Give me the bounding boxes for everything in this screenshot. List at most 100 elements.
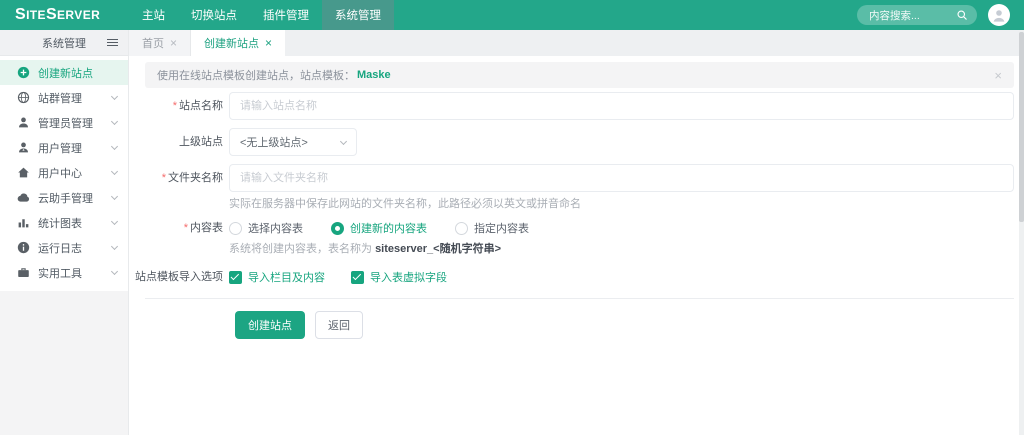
nav-item-label: 系统管理 [335, 7, 381, 23]
form-row-site-name: *站点名称 [129, 92, 1024, 120]
create-site-button[interactable]: 创建站点 [235, 311, 305, 339]
parent-site-select[interactable]: <无上级站点> [229, 128, 357, 156]
radio-specify-content-table[interactable]: 指定内容表 [455, 220, 529, 236]
sidebar-item-statistics[interactable]: 统计图表 [0, 210, 128, 235]
close-icon[interactable]: × [265, 36, 272, 50]
form-row-template-import: 站点模板导入选项 导入栏目及内容 导入表虚拟字段 [129, 268, 1024, 286]
sidebar-item-site-group[interactable]: 站群管理 [0, 85, 128, 110]
notice-text: 使用在线站点模板创建站点，站点模板： [157, 67, 355, 83]
tab-home[interactable]: 首页 × [129, 30, 191, 56]
plus-circle-icon [17, 66, 30, 79]
globe-icon [17, 91, 30, 104]
sidebar-item-label: 创建新站点 [38, 65, 117, 81]
radio-label: 指定内容表 [474, 220, 529, 236]
checkbox-checked-icon [351, 271, 364, 284]
vertical-scrollbar[interactable] [1019, 30, 1024, 435]
sidebar-item-label: 用户管理 [38, 140, 112, 156]
label-text: 内容表 [190, 222, 223, 234]
content-search-input[interactable]: 内容搜索... [857, 5, 977, 25]
info-icon [17, 241, 30, 254]
close-icon[interactable]: × [170, 36, 177, 50]
search-placeholder: 内容搜索... [869, 8, 956, 23]
sidebar-collapse-icon[interactable] [107, 39, 118, 48]
sidebar-item-create-site[interactable]: 创建新站点 [0, 60, 128, 85]
sidebar-item-label: 用户中心 [38, 165, 112, 181]
required-mark: * [184, 222, 188, 234]
topbar: SiteServer 主站 切换站点 插件管理 系统管理 内容搜索... [0, 0, 1024, 30]
nav-item-main-site[interactable]: 主站 [129, 0, 178, 30]
radio-choose-content-table[interactable]: 选择内容表 [229, 220, 303, 236]
user-avatar[interactable] [988, 4, 1010, 26]
form-actions: 创建站点 返回 [235, 311, 1024, 339]
nav-item-label: 插件管理 [263, 7, 309, 23]
sidebar-header: 系统管理 [0, 30, 128, 56]
folder-name-label: *文件夹名称 [129, 164, 229, 192]
logo-text-server: Server [46, 6, 100, 24]
parent-site-label: 上级站点 [129, 128, 229, 156]
required-mark: * [173, 100, 177, 112]
sidebar-item-user-management[interactable]: 用户管理 [0, 135, 128, 160]
label-text: 站点名称 [179, 100, 223, 112]
label-text: 上级站点 [179, 136, 223, 148]
nav-item-plugin-management[interactable]: 插件管理 [250, 0, 322, 30]
sidebar-item-run-logs[interactable]: 运行日志 [0, 235, 128, 260]
radio-create-new-content-table[interactable]: 创建新的内容表 [331, 220, 427, 236]
tab-create-site[interactable]: 创建新站点 × [191, 30, 285, 56]
select-value: <无上级站点> [240, 134, 308, 150]
folder-name-hint: 实际在服务器中保存此网站的文件夹名称，此路径必须以英文或拼音命名 [229, 197, 1014, 211]
search-icon[interactable] [956, 9, 968, 21]
hint-text: 系统将创建内容表，表名称为 [229, 243, 375, 255]
template-name-link[interactable]: Maske [357, 69, 391, 81]
tab-label: 首页 [142, 35, 164, 51]
admin-icon [17, 116, 30, 129]
main-area: 首页 × 创建新站点 × 使用在线站点模板创建站点，站点模板： Maske × … [129, 30, 1024, 435]
home-icon [17, 166, 30, 179]
site-name-input[interactable] [229, 92, 1014, 120]
radio-icon [455, 222, 468, 235]
form-row-content-table: *内容表 选择内容表 创建新的内容表 [129, 219, 1024, 256]
nav-item-label: 主站 [142, 7, 165, 23]
sidebar-item-label: 云助手管理 [38, 190, 112, 206]
radio-selected-icon [331, 222, 344, 235]
checkbox-import-virtual-fields[interactable]: 导入表虚拟字段 [351, 269, 447, 285]
chevron-down-icon [111, 167, 118, 174]
template-notice-bar: 使用在线站点模板创建站点，站点模板： Maske × [145, 62, 1014, 88]
nav-item-system-management[interactable]: 系统管理 [322, 0, 394, 30]
checkbox-label: 导入表虚拟字段 [370, 269, 447, 285]
radio-icon [229, 222, 242, 235]
chevron-down-icon [111, 142, 118, 149]
label-text: 文件夹名称 [168, 172, 223, 184]
user-icon [17, 141, 30, 154]
toolbox-icon [17, 266, 30, 279]
tab-label: 创建新站点 [204, 35, 259, 51]
sidebar-item-cloud-assistant[interactable]: 云助手管理 [0, 185, 128, 210]
chevron-down-icon [340, 137, 347, 144]
chevron-down-icon [111, 117, 118, 124]
folder-name-input[interactable] [229, 164, 1014, 192]
sidebar-item-user-center[interactable]: 用户中心 [0, 160, 128, 185]
cloud-icon [17, 191, 30, 204]
chart-icon [17, 216, 30, 229]
site-name-label: *站点名称 [129, 92, 229, 120]
sidebar-item-label: 实用工具 [38, 265, 112, 281]
sidebar-item-label: 运行日志 [38, 240, 112, 256]
radio-label: 选择内容表 [248, 220, 303, 236]
nav-item-switch-site[interactable]: 切换站点 [178, 0, 250, 30]
create-site-form: *站点名称 上级站点 <无上级站点> [129, 92, 1024, 339]
chevron-down-icon [111, 217, 118, 224]
close-icon[interactable]: × [994, 68, 1002, 83]
sidebar-item-label: 管理员管理 [38, 115, 112, 131]
content-table-label: *内容表 [129, 219, 229, 237]
nav-item-label: 切换站点 [191, 7, 237, 23]
checkbox-label: 导入栏目及内容 [248, 269, 325, 285]
checkbox-import-channels-content[interactable]: 导入栏目及内容 [229, 269, 325, 285]
sidebar-item-label: 统计图表 [38, 215, 112, 231]
sidebar: 系统管理 创建新站点 站群管理 管理员管理 用户管理 [0, 30, 129, 435]
sidebar-item-admin-management[interactable]: 管理员管理 [0, 110, 128, 135]
sidebar-item-utilities[interactable]: 实用工具 [0, 260, 128, 285]
scrollbar-thumb[interactable] [1019, 32, 1024, 222]
back-button[interactable]: 返回 [315, 311, 363, 339]
template-import-label: 站点模板导入选项 [129, 268, 229, 286]
tab-bar: 首页 × 创建新站点 × [129, 30, 1024, 56]
radio-label: 创建新的内容表 [350, 220, 427, 236]
